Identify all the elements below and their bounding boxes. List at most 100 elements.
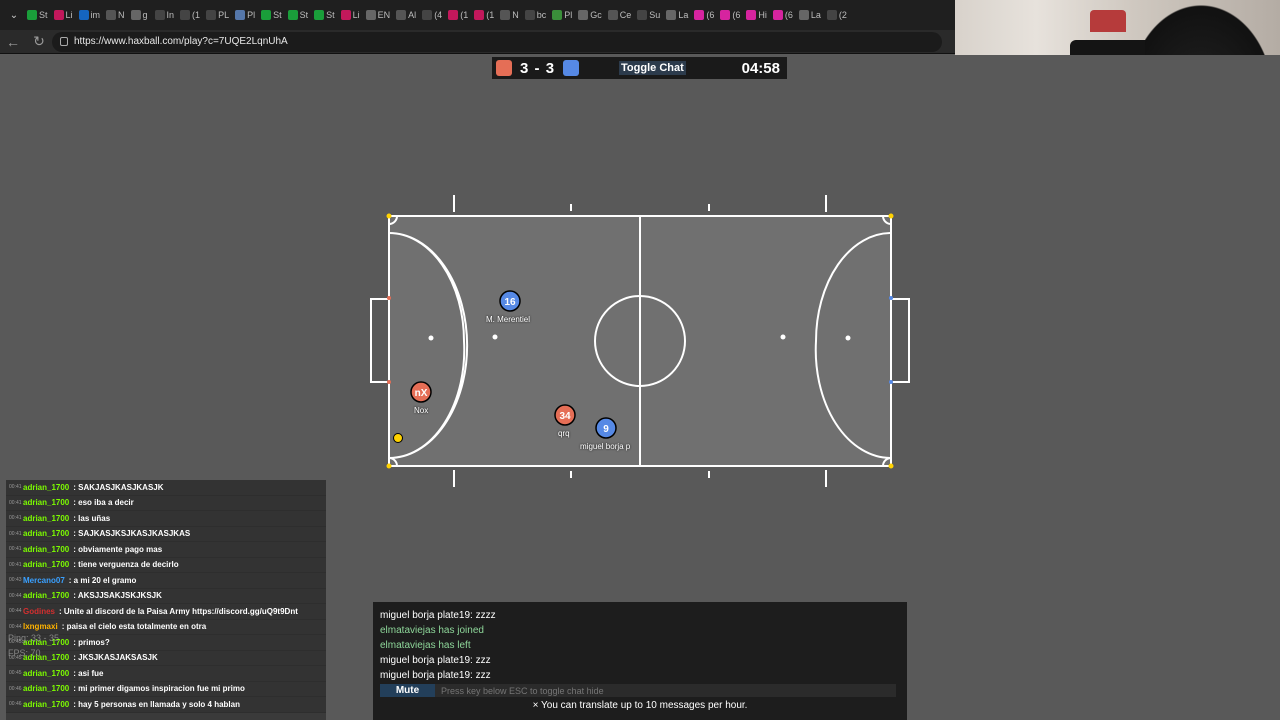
tab-list: St Li im Ng In (1 PL Pl St St St Li EN Al (4 (1 (1 Nbc Pl G… <box>24 4 850 26</box>
chat-timestamp: 00:41 <box>9 515 22 522</box>
tab-label: St <box>39 10 48 20</box>
reload-icon[interactable]: ↻ <box>26 33 52 50</box>
browser-tab[interactable]: im <box>76 4 104 26</box>
chat-timestamp: 00:44 <box>9 608 22 615</box>
chat-username[interactable]: Mercano07 <box>23 576 65 585</box>
tab-label: (6 <box>732 10 741 20</box>
browser-tab[interactable]: (1 <box>445 4 471 26</box>
browser-tab[interactable]: Pl <box>232 4 258 26</box>
tab-label: (1 <box>192 10 201 20</box>
browser-tab[interactable]: (1 <box>471 4 497 26</box>
player-avatar: nX <box>415 388 428 399</box>
tab-favicon-icon <box>287 10 298 20</box>
browser-tab[interactable]: (1 <box>177 4 203 26</box>
chat-username[interactable]: adrian_1700 <box>23 684 69 693</box>
chat-message: : hay 5 personas en llamada y solo 4 hab… <box>73 699 240 709</box>
chat-message: : tiene verguenza de decirlo <box>73 560 179 570</box>
tab-favicon-icon <box>130 10 141 20</box>
browser-tab[interactable]: N <box>497 4 522 26</box>
player-name: qrq <box>558 429 570 438</box>
tab-favicon-icon <box>340 10 351 20</box>
tab-label: Pl <box>564 10 573 20</box>
browser-tab[interactable]: St <box>311 4 338 26</box>
url-field[interactable]: https://www.haxball.com/play?c=7UQE2LqnU… <box>52 31 942 52</box>
browser-tab[interactable]: (2 <box>824 4 850 26</box>
chat-message: : JKSJKASJAKSASJK <box>73 653 158 663</box>
player-avatar: 9 <box>603 424 609 435</box>
browser-tab[interactable]: (6 <box>691 4 717 26</box>
chat-username[interactable]: lxngmaxi <box>23 622 58 631</box>
tab-favicon-icon <box>180 10 191 20</box>
translate-notice[interactable]: × You can translate up to 10 messages pe… <box>380 700 900 711</box>
tab-favicon-icon <box>500 10 511 20</box>
browser-tab[interactable]: Su <box>634 4 663 26</box>
chat-message: : a mi 20 el gramo <box>68 575 137 585</box>
browser-tab[interactable]: Li <box>51 4 76 26</box>
tab-label: (1 <box>460 10 469 20</box>
chat-username[interactable]: adrian_1700 <box>23 560 69 569</box>
chat-message: : AKSJJSAKJSKJKSJK <box>73 591 162 601</box>
chat-message: : eso iba a decir <box>73 498 134 508</box>
chat-message: : mi primer digamos inspiracion fue mi p… <box>73 684 245 694</box>
browser-tab[interactable]: g <box>128 4 152 26</box>
tab-favicon-icon <box>826 10 837 20</box>
chat-message: : primos? <box>73 637 110 647</box>
tab-search-icon[interactable]: ⌄ <box>4 10 24 21</box>
browser-tab[interactable]: Gc <box>575 4 605 26</box>
chat-message: : obviamente pago mas <box>73 544 163 554</box>
browser-tab[interactable]: Li <box>338 4 363 26</box>
chat-username[interactable]: adrian_1700 <box>23 591 69 600</box>
side-chat-row: 00:41 adrian_1700: obviamente pago mas <box>6 542 326 558</box>
browser-tab[interactable]: Pl <box>549 4 575 26</box>
browser-tab[interactable]: St <box>285 4 312 26</box>
browser-tab[interactable]: Hi <box>743 4 770 26</box>
chat-username[interactable]: adrian_1700 <box>23 514 69 523</box>
tab-favicon-icon <box>261 10 272 20</box>
browser-tab[interactable]: (4 <box>419 4 445 26</box>
chat-username[interactable]: adrian_1700 <box>23 669 69 678</box>
tab-favicon-icon <box>694 10 705 20</box>
browser-tab[interactable]: Al <box>393 4 419 26</box>
browser-tab[interactable]: In <box>152 4 178 26</box>
tab-label: Li <box>352 10 360 20</box>
chat-username[interactable]: adrian_1700 <box>23 700 69 709</box>
browser-tab[interactable]: La <box>796 4 824 26</box>
tab-label: Li <box>65 10 73 20</box>
browser-tab[interactable]: EN <box>363 4 394 26</box>
tab-label: (4 <box>434 10 443 20</box>
site-info-icon[interactable] <box>60 37 68 46</box>
back-icon[interactable]: ← <box>0 34 26 50</box>
fps-readout: FPS: 70 <box>8 648 41 658</box>
chat-username[interactable]: Godines <box>23 607 55 616</box>
tab-label: bc <box>536 10 547 20</box>
browser-tab[interactable]: La <box>663 4 691 26</box>
browser-tab[interactable]: (6 <box>717 4 743 26</box>
toggle-chat-button[interactable]: Toggle Chat <box>619 61 686 75</box>
chat-input[interactable] <box>435 684 896 697</box>
browser-tab[interactable]: PL <box>203 4 232 26</box>
side-chat-row: 00:41 adrian_1700: SAKJASJKASJKASJK <box>6 480 326 496</box>
tab-favicon-icon <box>448 10 459 20</box>
chat-username[interactable]: adrian_1700 <box>23 529 69 538</box>
mute-button[interactable]: Mute <box>380 684 435 697</box>
tab-label: La <box>810 10 821 20</box>
tab-favicon-icon <box>206 10 217 20</box>
browser-tab[interactable]: N <box>103 4 128 26</box>
chat-line: miguel borja plate19: zzzz <box>380 610 496 621</box>
chat-username[interactable]: adrian_1700 <box>23 483 69 492</box>
chat-username[interactable]: adrian_1700 <box>23 545 69 554</box>
penalty-spot <box>492 334 498 340</box>
side-chat-row: 00:41 adrian_1700: SAJKASJKSJKASJKASJKAS <box>6 526 326 542</box>
browser-tab[interactable]: St <box>258 4 285 26</box>
corner-post <box>888 463 894 469</box>
chat-username[interactable]: adrian_1700 <box>23 498 69 507</box>
tab-favicon-icon <box>314 10 325 20</box>
browser-tab[interactable]: St <box>24 4 51 26</box>
tab-favicon-icon <box>106 10 117 20</box>
corner-post <box>386 213 392 219</box>
browser-tab[interactable]: bc <box>522 4 550 26</box>
browser-tab[interactable]: (6 <box>770 4 796 26</box>
red-score: 3 <box>520 59 530 77</box>
chat-line: elmataviejas has left <box>380 640 471 651</box>
browser-tab[interactable]: Ce <box>605 4 635 26</box>
